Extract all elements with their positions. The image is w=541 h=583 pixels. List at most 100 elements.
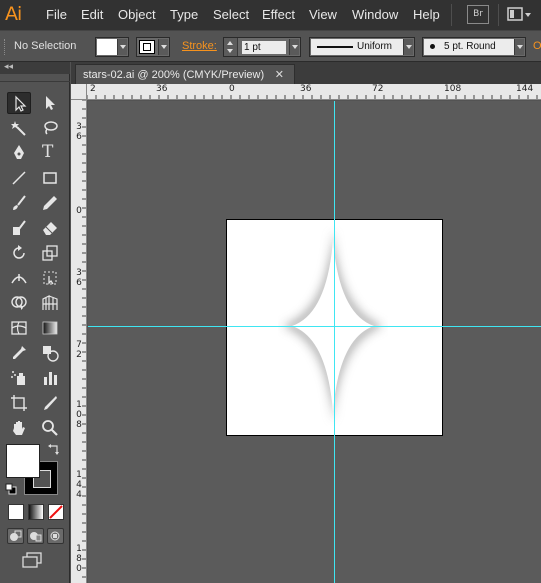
eyedropper-tool[interactable] <box>7 342 31 364</box>
swap-fill-stroke-icon[interactable] <box>48 442 60 455</box>
opacity-link[interactable]: O <box>533 40 541 52</box>
horizontal-guide[interactable] <box>88 326 541 327</box>
ruler-label: 108 <box>76 400 82 430</box>
workspace-switcher-icon[interactable] <box>507 6 533 24</box>
eraser-icon <box>43 222 57 235</box>
menu-effect[interactable]: Effect <box>262 7 295 22</box>
paintbrush-tool[interactable] <box>7 192 31 214</box>
line-segment-tool[interactable] <box>7 167 31 189</box>
panel-grip[interactable] <box>4 39 7 55</box>
menu-file[interactable]: File <box>46 7 67 22</box>
gradient-mode-button[interactable] <box>28 504 44 520</box>
eyedropper-icon <box>13 346 26 359</box>
perspective-grid-tool[interactable] <box>38 292 62 314</box>
panel-grip[interactable] <box>0 74 70 82</box>
chevron-down-icon <box>158 39 168 55</box>
ruler-label: 108 <box>444 84 462 94</box>
free-transform-icon <box>43 271 57 285</box>
mesh-tool[interactable] <box>7 317 31 339</box>
canvas-area[interactable] <box>88 101 541 583</box>
slice-icon <box>44 396 57 410</box>
draw-inside-icon[interactable] <box>47 528 64 544</box>
artboard-icon <box>11 395 27 411</box>
eraser-tool[interactable] <box>38 217 62 239</box>
menu-object[interactable]: Object <box>118 7 156 22</box>
menu-view[interactable]: View <box>309 7 337 22</box>
scale-tool[interactable] <box>38 242 62 264</box>
tools-collapse-button[interactable]: ◂◂ <box>0 62 70 74</box>
app-logo: Ai <box>5 3 22 25</box>
lasso-tool[interactable] <box>38 117 62 139</box>
pen-tool[interactable] <box>7 142 31 164</box>
type-tool[interactable]: T <box>38 142 62 164</box>
chevron-down-icon <box>514 39 524 55</box>
white-arrow-icon <box>46 96 55 110</box>
profile-label: Uniform <box>357 41 393 52</box>
draw-behind-icon[interactable] <box>27 528 44 544</box>
close-icon[interactable]: ✕ <box>275 65 284 85</box>
pencil-icon <box>43 196 57 210</box>
color-mode-button[interactable] <box>8 504 24 520</box>
chevron-down-icon[interactable] <box>289 39 299 55</box>
stroke-weight-value[interactable]: 1 pt <box>242 41 286 54</box>
none-mode-button[interactable] <box>48 504 64 520</box>
brush-dot-icon <box>430 44 435 49</box>
direct-selection-tool[interactable] <box>38 92 62 114</box>
stroke-panel-link[interactable]: Stroke: <box>182 40 217 52</box>
hand-tool[interactable] <box>7 417 31 439</box>
stroke-swatch <box>139 40 155 54</box>
ruler-label: 36 <box>300 84 312 94</box>
free-transform-tool[interactable] <box>38 267 62 289</box>
stepper-up-icon[interactable] <box>227 41 233 45</box>
fill-color-dropdown[interactable] <box>95 37 129 57</box>
menu-separator <box>451 4 452 26</box>
horizontal-ruler[interactable]: 2 36 0 36 72 108 144 <box>87 84 541 100</box>
zoom-tool[interactable] <box>38 417 62 439</box>
menu-type[interactable]: Type <box>170 7 198 22</box>
bridge-button[interactable]: Br <box>467 5 489 24</box>
stroke-color-dropdown[interactable] <box>136 37 170 57</box>
illustrator-window: Ai File Edit Object Type Select Effect V… <box>0 0 541 583</box>
width-icon <box>11 274 27 284</box>
symbol-sprayer-icon <box>11 371 25 385</box>
pencil-tool[interactable] <box>38 192 62 214</box>
slice-tool[interactable] <box>38 392 62 414</box>
blend-tool[interactable] <box>38 342 62 364</box>
vertical-guide[interactable] <box>334 101 335 583</box>
ruler-label: 72 <box>372 84 384 94</box>
stepper-down-icon[interactable] <box>227 49 233 53</box>
lasso-icon <box>44 121 58 135</box>
draw-normal-icon[interactable] <box>7 528 24 544</box>
document-tab-bar: stars-02.ai @ 200% (CMYK/Preview) ✕ <box>71 62 541 84</box>
brush-definition-dropdown[interactable]: 5 pt. Round <box>422 37 526 57</box>
screen-mode-icon[interactable] <box>20 552 46 570</box>
menu-edit[interactable]: Edit <box>81 7 103 22</box>
document-tab[interactable]: stars-02.ai @ 200% (CMYK/Preview) ✕ <box>75 64 295 84</box>
menu-window[interactable]: Window <box>352 7 398 22</box>
shape-builder-tool[interactable] <box>7 292 31 314</box>
symbol-sprayer-tool[interactable] <box>7 367 31 389</box>
rectangle-tool[interactable] <box>38 167 62 189</box>
ruler-label: 72 <box>76 340 82 360</box>
stroke-weight-stepper[interactable]: 1 pt <box>223 37 301 57</box>
magic-wand-tool[interactable] <box>7 117 31 139</box>
selection-tool[interactable] <box>7 92 31 114</box>
stepper-buttons[interactable] <box>224 38 238 56</box>
brush-label: 5 pt. Round <box>444 41 496 52</box>
vertical-ruler[interactable]: 36 0 36 72 108 144 180 <box>71 100 87 583</box>
menu-help[interactable]: Help <box>413 7 440 22</box>
column-graph-tool[interactable] <box>38 367 62 389</box>
rotate-tool[interactable] <box>7 242 31 264</box>
variable-width-profile-dropdown[interactable]: Uniform <box>309 37 415 57</box>
fill-color-box[interactable] <box>6 444 40 478</box>
line-icon <box>12 171 26 185</box>
menu-select[interactable]: Select <box>213 7 249 22</box>
control-bar: No Selection Stroke: 1 pt Uniform 5 pt. … <box>0 30 541 62</box>
width-tool[interactable] <box>7 267 31 289</box>
blob-brush-tool[interactable] <box>7 217 31 239</box>
rotate-icon <box>13 245 25 259</box>
gradient-tool[interactable] <box>38 317 62 339</box>
ruler-origin[interactable] <box>71 84 87 100</box>
default-fill-stroke-icon[interactable] <box>5 482 17 495</box>
artboard-tool[interactable] <box>7 392 31 414</box>
